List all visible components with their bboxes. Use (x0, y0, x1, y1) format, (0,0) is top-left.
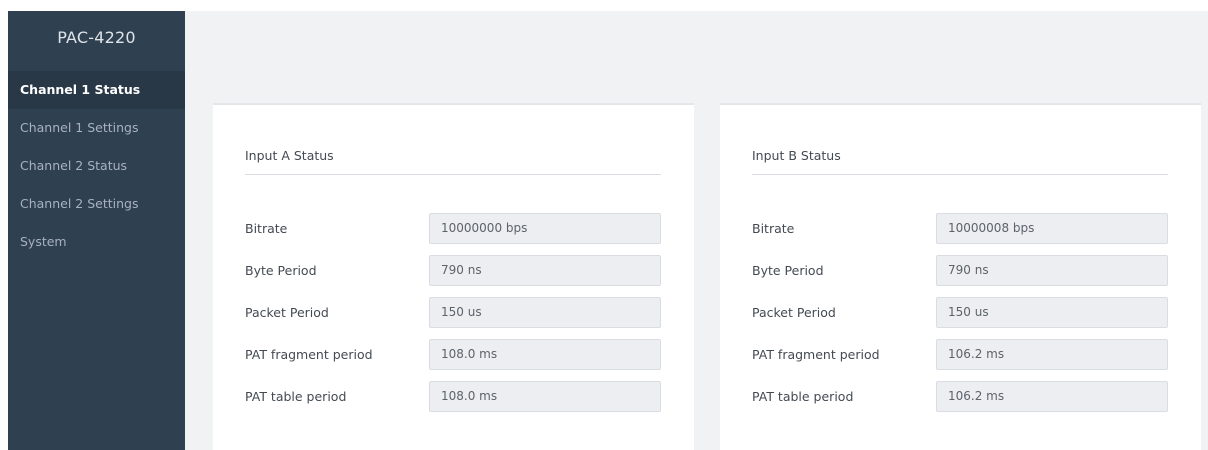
input-a-status-panel: Input A Status Bitrate 10000000 bps Byte… (213, 103, 694, 450)
app-window: PAC-4220 Channel 1 Status Channel 1 Sett… (8, 11, 1208, 450)
panel-divider (245, 174, 661, 175)
pat-table-period-row: PAT table period 106.2 ms (752, 381, 1168, 412)
bitrate-row: Bitrate 10000008 bps (752, 213, 1168, 244)
pat-fragment-period-value-field: 106.2 ms (936, 339, 1168, 370)
panel-divider (752, 174, 1168, 175)
bitrate-row: Bitrate 10000000 bps (245, 213, 661, 244)
field-label: Bitrate (752, 221, 795, 236)
bitrate-value-field: 10000008 bps (936, 213, 1168, 244)
input-b-status-panel: Input B Status Bitrate 10000008 bps Byte… (720, 103, 1201, 450)
field-label: Byte Period (752, 263, 824, 278)
field-label: PAT table period (752, 389, 854, 404)
packet-period-row: Packet Period 150 us (245, 297, 661, 328)
byte-period-value-field: 790 ns (936, 255, 1168, 286)
packet-period-value-field: 150 us (429, 297, 661, 328)
pat-table-period-value-field: 108.0 ms (429, 381, 661, 412)
sidebar-item-channel-1-status[interactable]: Channel 1 Status (8, 71, 185, 109)
field-label: Packet Period (245, 305, 329, 320)
pat-fragment-period-row: PAT fragment period 106.2 ms (752, 339, 1168, 370)
sidebar-item-channel-2-status[interactable]: Channel 2 Status (8, 147, 185, 185)
sidebar-item-channel-1-settings[interactable]: Channel 1 Settings (8, 109, 185, 147)
sidebar-nav: Channel 1 Status Channel 1 Settings Chan… (8, 71, 185, 261)
sidebar-item-channel-2-settings[interactable]: Channel 2 Settings (8, 185, 185, 223)
field-label: PAT table period (245, 389, 347, 404)
packet-period-row: Packet Period 150 us (752, 297, 1168, 328)
field-label: Bitrate (245, 221, 288, 236)
byte-period-value-field: 790 ns (429, 255, 661, 286)
byte-period-row: Byte Period 790 ns (245, 255, 661, 286)
panel-title: Input A Status (245, 148, 334, 163)
brand-title: PAC-4220 (57, 28, 136, 47)
panel-title: Input B Status (752, 148, 841, 163)
pat-table-period-value-field: 106.2 ms (936, 381, 1168, 412)
sidebar-item-system[interactable]: System (8, 223, 185, 261)
pat-table-period-row: PAT table period 108.0 ms (245, 381, 661, 412)
byte-period-row: Byte Period 790 ns (752, 255, 1168, 286)
sidebar: PAC-4220 Channel 1 Status Channel 1 Sett… (8, 11, 185, 450)
packet-period-value-field: 150 us (936, 297, 1168, 328)
bitrate-value-field: 10000000 bps (429, 213, 661, 244)
field-label: PAT fragment period (752, 347, 880, 362)
field-label: Byte Period (245, 263, 317, 278)
field-label: Packet Period (752, 305, 836, 320)
pat-fragment-period-value-field: 108.0 ms (429, 339, 661, 370)
field-label: PAT fragment period (245, 347, 373, 362)
pat-fragment-period-row: PAT fragment period 108.0 ms (245, 339, 661, 370)
